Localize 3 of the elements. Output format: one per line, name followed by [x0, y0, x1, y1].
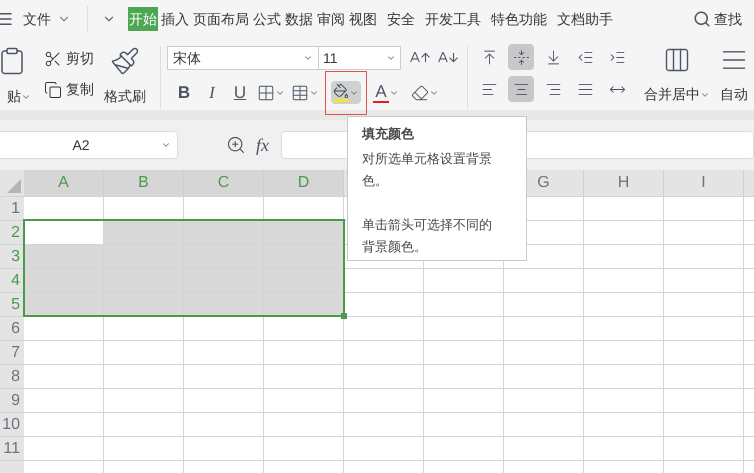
tooltip-text: 单击箭头可选择不同的背景颜色。 [362, 216, 493, 256]
tooltip-title: 填充颜色 [362, 125, 414, 143]
tooltip-text: 对所选单元格设置背景色。 [362, 150, 493, 190]
